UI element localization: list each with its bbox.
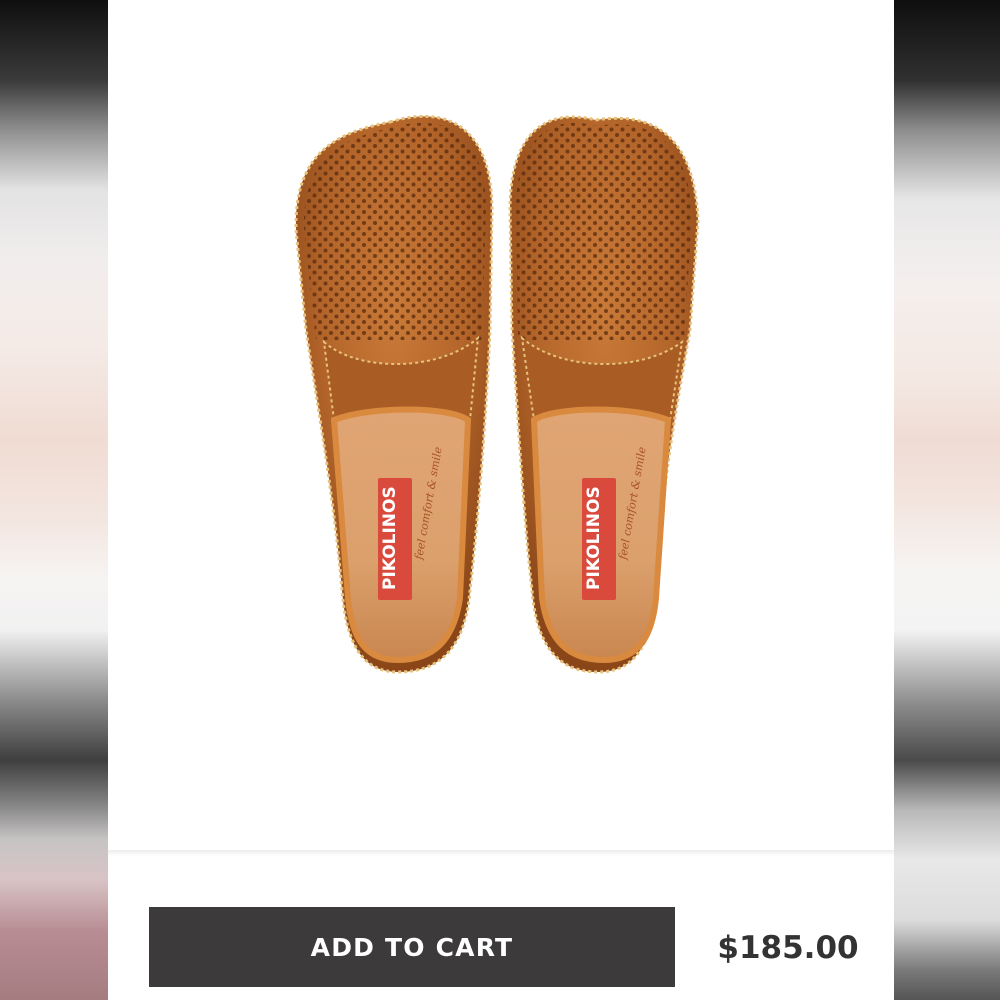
left-shoe: PIKOLINOS feel comfort & smile xyxy=(294,114,494,674)
loafers-illustration: PIKOLINOS feel comfort & smile PIKOLINOS… xyxy=(294,114,700,674)
right-shoe: PIKOLINOS feel comfort & smile xyxy=(508,115,700,674)
blurred-side-panel-right xyxy=(894,0,1000,1000)
right-insole-brand: PIKOLINOS xyxy=(584,486,604,590)
product-image[interactable]: PIKOLINOS feel comfort & smile PIKOLINOS… xyxy=(108,0,894,850)
add-to-cart-button[interactable]: ADD TO CART xyxy=(149,907,675,987)
price-label: $185.00 xyxy=(717,930,859,966)
blurred-side-panel-left xyxy=(0,0,108,1000)
left-insole-brand: PIKOLINOS xyxy=(380,486,400,590)
cart-bar: ADD TO CART $185.00 xyxy=(108,856,894,1000)
product-page: PIKOLINOS feel comfort & smile PIKOLINOS… xyxy=(108,0,894,1000)
